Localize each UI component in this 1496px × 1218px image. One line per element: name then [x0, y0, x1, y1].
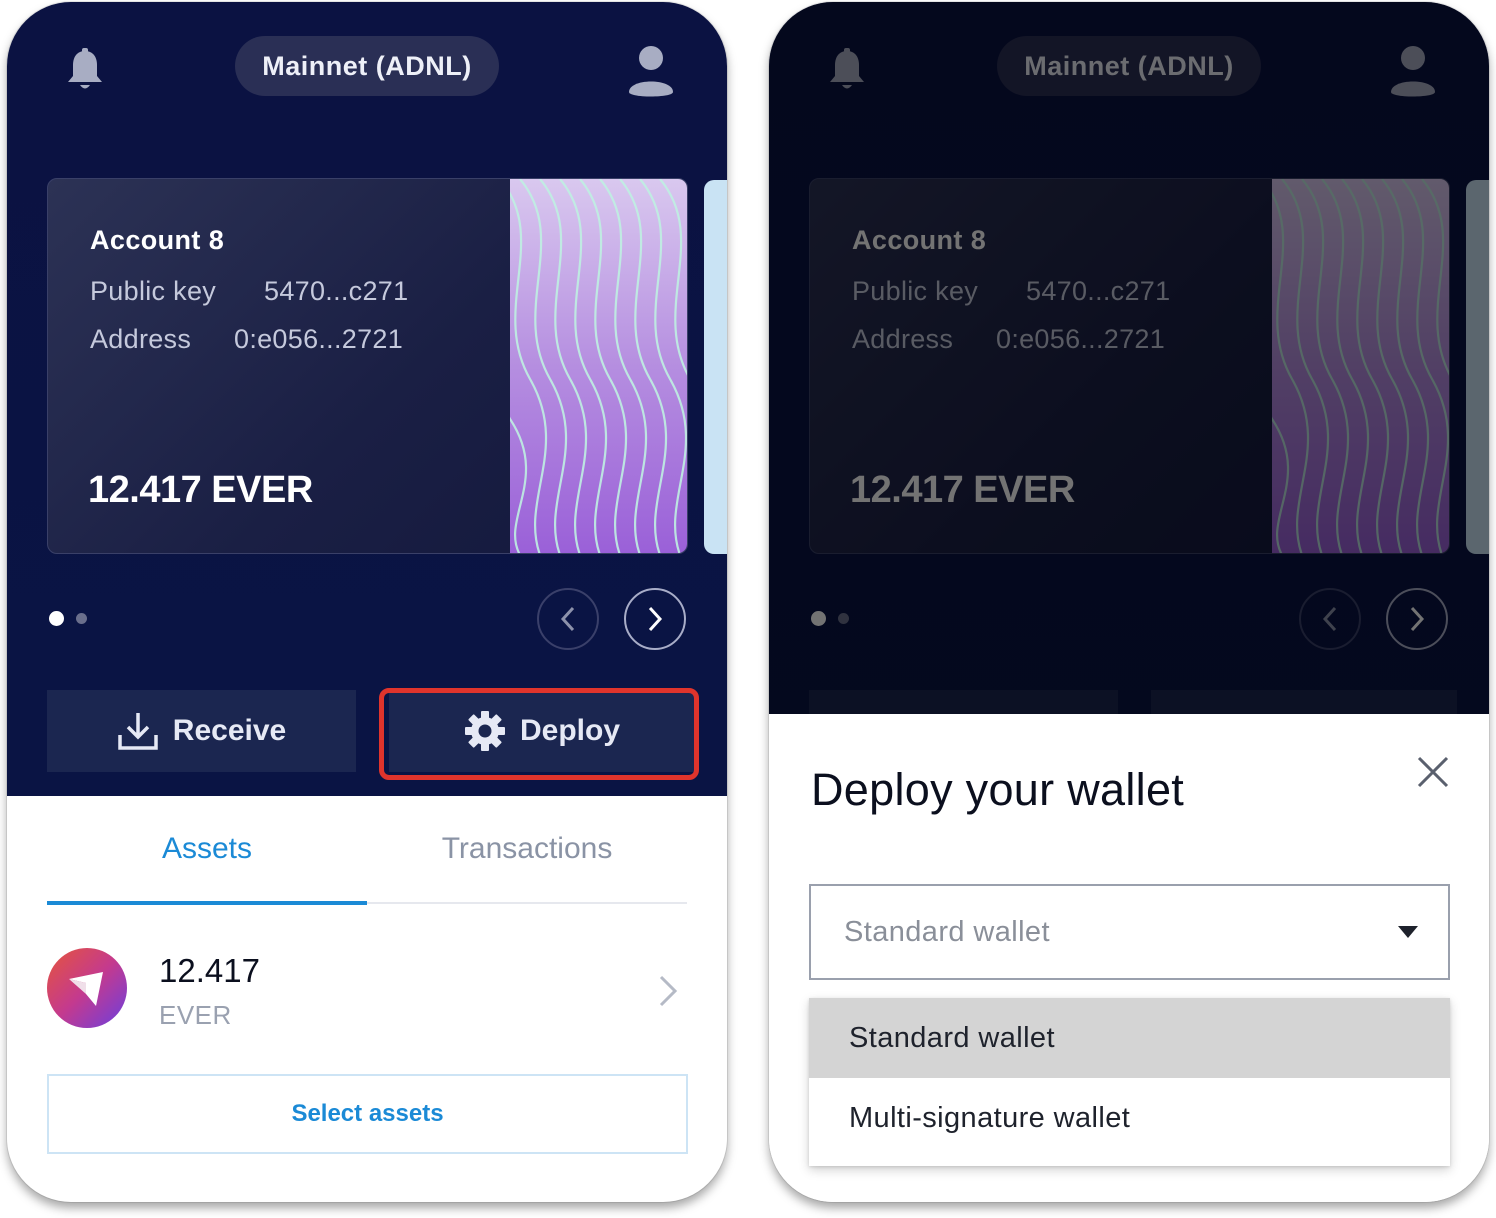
tab-assets[interactable]: Assets [47, 832, 367, 866]
previous-account-button[interactable] [537, 588, 599, 650]
next-account-card-peek[interactable] [704, 180, 727, 554]
deploy-wallet-sheet: Deploy your wallet Standard wallet Stand… [769, 714, 1489, 1202]
address-row: Address 0:e056...2721 [90, 324, 403, 355]
next-account-button[interactable] [624, 588, 686, 650]
asset-symbol: EVER [159, 1000, 232, 1030]
wallet-header: Mainnet (ADNL) Account 8 Public key 5470… [7, 2, 727, 796]
chevron-left-icon [560, 606, 575, 632]
account-name: Account 8 [90, 225, 225, 255]
asset-list-item[interactable]: 12.417 EVER [47, 946, 687, 1036]
receive-button[interactable]: Receive [47, 690, 356, 772]
account-card[interactable]: Account 8 Public key 5470...c271 Address… [47, 178, 688, 554]
public-key-label: Public key [90, 276, 217, 306]
select-assets-button[interactable]: Select assets [47, 1074, 688, 1154]
option-standard-wallet[interactable]: Standard wallet [809, 998, 1450, 1078]
sheet-title: Deploy your wallet [811, 764, 1185, 815]
notification-bell-icon[interactable] [65, 48, 105, 94]
wallet-screen: Mainnet (ADNL) Account 8 Public key 5470… [7, 2, 727, 1202]
caret-down-icon [1398, 926, 1418, 938]
asset-amount: 12.417 [159, 952, 260, 989]
tab-transactions[interactable]: Transactions [367, 832, 687, 866]
carousel-dot[interactable] [76, 613, 87, 624]
carousel-dot-active[interactable] [49, 611, 64, 626]
active-tab-indicator [47, 901, 367, 905]
card-wave-art [510, 179, 687, 553]
address-label: Address [90, 324, 192, 354]
chevron-right-icon [648, 606, 663, 632]
network-selector[interactable]: Mainnet (ADNL) [235, 36, 499, 96]
content-tabs: Assets Transactions [47, 822, 687, 905]
receive-label: Receive [172, 714, 287, 747]
modal-backdrop[interactable] [769, 2, 1489, 714]
account-balance: 12.417 EVER [88, 469, 313, 511]
deploy-highlight-outline [379, 688, 699, 780]
download-icon [118, 713, 158, 750]
profile-icon[interactable] [627, 44, 675, 98]
close-icon[interactable] [1415, 754, 1451, 790]
public-key-row: Public key 5470...c271 [90, 276, 408, 307]
chevron-right-icon [659, 975, 678, 1007]
wallet-type-selected-value: Standard wallet [844, 916, 1050, 948]
wallet-screen-with-deploy-sheet: Mainnet (ADNL) Account 8 Public key 5470… [769, 2, 1489, 1202]
wallet-type-select[interactable]: Standard wallet [809, 884, 1450, 980]
address-value[interactable]: 0:e056...2721 [234, 324, 403, 355]
public-key-value[interactable]: 5470...c271 [264, 276, 408, 307]
option-multisig-wallet[interactable]: Multi-signature wallet [809, 1078, 1450, 1158]
ever-token-icon [47, 948, 127, 1028]
wallet-type-dropdown: Standard wallet Multi-signature wallet [809, 998, 1450, 1166]
